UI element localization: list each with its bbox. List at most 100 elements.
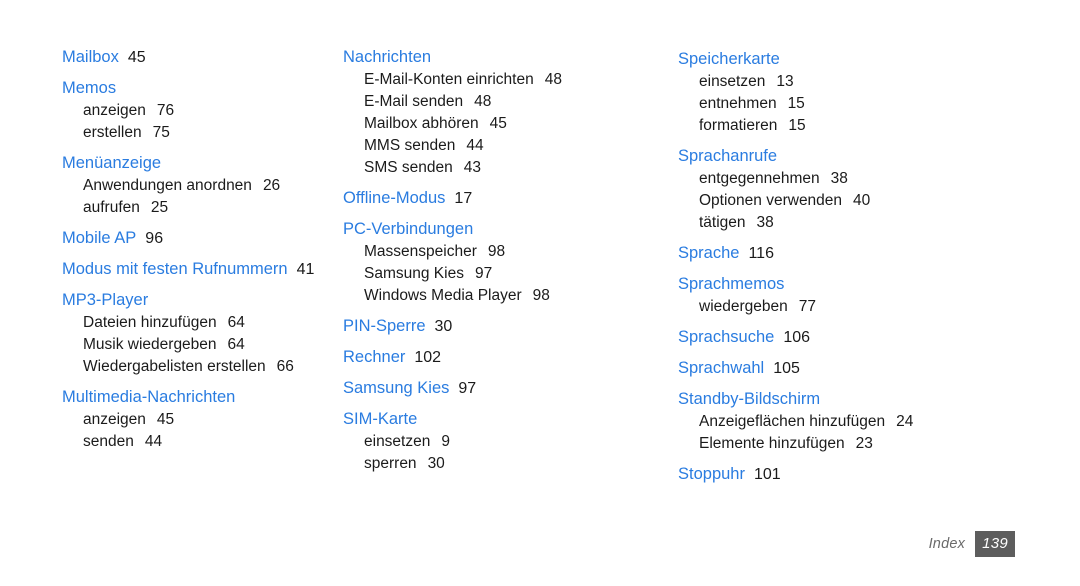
index-heading[interactable]: Standby-Bildschirm — [678, 388, 1080, 411]
index-entry-group: Sprachanrufe entgegennehmen 38 Optionen ver… — [678, 145, 1080, 234]
index-subentry[interactable]: Optionen verwenden 40 — [678, 190, 1080, 212]
index-subentry[interactable]: wiedergeben 77 — [678, 296, 1080, 318]
index-subentry[interactable]: tätigen 38 — [678, 212, 1080, 234]
index-heading[interactable]: Mobile AP 96 — [62, 227, 335, 250]
index-heading-label: Stoppuhr — [678, 465, 745, 483]
index-subentry[interactable]: aufrufen 25 — [62, 197, 335, 219]
index-heading[interactable]: Memos — [62, 77, 335, 100]
index-subentry[interactable]: einsetzen 13 — [678, 71, 1080, 93]
index-heading-label: Nachrichten — [343, 48, 432, 66]
index-subentry-label: Samsung Kies — [364, 265, 464, 282]
index-heading[interactable]: Stoppuhr 101 — [678, 463, 1080, 486]
index-heading[interactable]: Samsung Kies 97 — [343, 377, 665, 400]
index-entry-group: PC-Verbindungen Massenspeicher 98 Samsung K… — [343, 218, 665, 307]
index-subentry[interactable]: E-Mail senden 48 — [343, 91, 665, 113]
index-entry-group: Multimedia-Nachrichten anzeigen 45 senden 44 — [62, 386, 335, 453]
index-heading[interactable]: Offline-Modus 17 — [343, 187, 665, 210]
index-subentry[interactable]: anzeigen 45 — [62, 409, 335, 431]
index-heading[interactable]: Menüanzeige — [62, 152, 335, 175]
index-heading-label: Offline-Modus — [343, 189, 446, 207]
index-subentry-label: Optionen verwenden — [699, 192, 843, 209]
index-heading[interactable]: Modus mit festen Rufnummern 41 — [62, 258, 335, 281]
index-subentry-label: MMS senden — [364, 137, 456, 154]
index-subentry[interactable]: sperren 30 — [343, 453, 665, 475]
index-subentry[interactable]: Windows Media Player 98 — [343, 285, 665, 307]
index-heading[interactable]: Sprachsuche 106 — [678, 326, 1080, 349]
index-subentry-page-number: 64 — [227, 336, 245, 353]
index-subentry-label: Anzeigeflächen hinzufügen — [699, 413, 886, 430]
index-subentry-list: Anwendungen anordnen 26 aufrufen 25 — [62, 175, 335, 219]
index-subentry[interactable]: Massenspeicher 98 — [343, 241, 665, 263]
index-subentry-page-number: 66 — [276, 358, 294, 375]
index-subentry-page-number: 43 — [463, 159, 481, 176]
index-subentry[interactable]: entgegennehmen 38 — [678, 168, 1080, 190]
index-subentry[interactable]: einsetzen 9 — [343, 431, 665, 453]
index-subentry-label: SMS senden — [364, 159, 453, 176]
index-heading[interactable]: Sprache 116 — [678, 242, 1080, 265]
index-heading-page-number: 97 — [458, 380, 477, 397]
index-subentry-label: aufrufen — [83, 199, 140, 216]
index-entry-group: Nachrichten E-Mail-Konten einrichten 48 E-M… — [343, 46, 665, 179]
index-subentry[interactable]: Wiedergabelisten erstellen 66 — [62, 356, 335, 378]
index-heading[interactable]: Nachrichten — [343, 46, 665, 69]
index-subentry-label: Massenspeicher — [364, 243, 477, 260]
index-heading[interactable]: Rechner 102 — [343, 346, 665, 369]
index-subentry-page-number: 26 — [262, 177, 281, 194]
index-heading-label: PC-Verbindungen — [343, 220, 474, 238]
index-subentry[interactable]: erstellen 75 — [62, 122, 335, 144]
index-heading[interactable]: Speicherkarte — [678, 48, 1080, 71]
index-subentry-label: wiedergeben — [699, 298, 788, 315]
index-heading[interactable]: Multimedia-Nachrichten — [62, 386, 335, 409]
index-subentry-page-number: 98 — [532, 287, 550, 304]
index-heading-label: Sprachwahl — [678, 359, 765, 377]
index-subentry[interactable]: Mailbox abhören 45 — [343, 113, 665, 135]
index-subentry-page-number: 45 — [156, 411, 175, 428]
index-heading[interactable]: Sprachmemos — [678, 273, 1080, 296]
index-subentry[interactable]: MMS senden 44 — [343, 135, 665, 157]
index-subentry[interactable]: Dateien hinzufügen 64 — [62, 312, 335, 334]
index-heading-label: MP3-Player — [62, 291, 149, 309]
index-heading[interactable]: Sprachanrufe — [678, 145, 1080, 168]
index-heading-label: Multimedia-Nachrichten — [62, 388, 236, 406]
index-heading[interactable]: MP3-Player — [62, 289, 335, 312]
index-heading[interactable]: SIM-Karte — [343, 408, 665, 431]
index-subentry-label: senden — [83, 433, 134, 450]
index-subentry[interactable]: Anzeigeflächen hinzufügen 24 — [678, 411, 1080, 433]
index-subentry[interactable]: Anwendungen anordnen 26 — [62, 175, 335, 197]
index-subentry[interactable]: SMS senden 43 — [343, 157, 665, 179]
index-subentry[interactable]: Musik wiedergeben 64 — [62, 334, 335, 356]
index-heading[interactable]: PC-Verbindungen — [343, 218, 665, 241]
index-subentry[interactable]: Elemente hinzufügen 23 — [678, 433, 1080, 455]
index-entry-group: Mailbox 45 — [62, 46, 335, 69]
index-column-2: Nachrichten E-Mail-Konten einrichten 48 E-M… — [335, 44, 665, 475]
index-heading-page-number: 17 — [454, 190, 473, 207]
index-subentry-page-number: 77 — [798, 298, 817, 315]
index-subentry-page-number: 25 — [150, 199, 169, 216]
index-subentry-label: anzeigen — [83, 411, 146, 428]
index-subentry[interactable]: senden 44 — [62, 431, 335, 453]
index-subentry-label: entnehmen — [699, 95, 777, 112]
index-subentry[interactable]: entnehmen 15 — [678, 93, 1080, 115]
index-subentry-list: Anzeigeflächen hinzufügen 24 Elemente hinz… — [678, 411, 1080, 455]
index-subentry-page-number: 48 — [474, 93, 492, 110]
index-subentry[interactable]: anzeigen 76 — [62, 100, 335, 122]
index-subentry-label: anzeigen — [83, 102, 146, 119]
index-subentry[interactable]: formatieren 15 — [678, 115, 1080, 137]
index-columns-container: Mailbox 45 Memos anzeigen 76 erstellen 75 Menüa… — [0, 44, 1080, 486]
index-heading-label: Modus mit festen Rufnummern — [62, 260, 288, 278]
index-heading[interactable]: Mailbox 45 — [62, 46, 335, 69]
index-heading-label: Rechner — [343, 348, 406, 366]
index-entry-group: Mobile AP 96 — [62, 227, 335, 250]
index-subentry[interactable]: Samsung Kies 97 — [343, 263, 665, 285]
index-heading-label: Menüanzeige — [62, 154, 162, 172]
index-heading[interactable]: PIN-Sperre 30 — [343, 315, 665, 338]
index-column-3: Speicherkarte einsetzen 13 entnehmen 15 forma… — [665, 44, 1080, 486]
index-subentry-list: einsetzen 13 entnehmen 15 formatieren 15 — [678, 71, 1080, 137]
index-subentry-page-number: 48 — [544, 71, 562, 88]
index-heading-page-number: 96 — [145, 230, 164, 247]
index-subentry-list: wiedergeben 77 — [678, 296, 1080, 318]
index-subentry[interactable]: E-Mail-Konten einrichten 48 — [343, 69, 665, 91]
index-heading[interactable]: Sprachwahl 105 — [678, 357, 1080, 380]
index-heading-label: Mobile AP — [62, 229, 137, 247]
index-subentry-label: E-Mail-Konten einrichten — [364, 71, 534, 88]
